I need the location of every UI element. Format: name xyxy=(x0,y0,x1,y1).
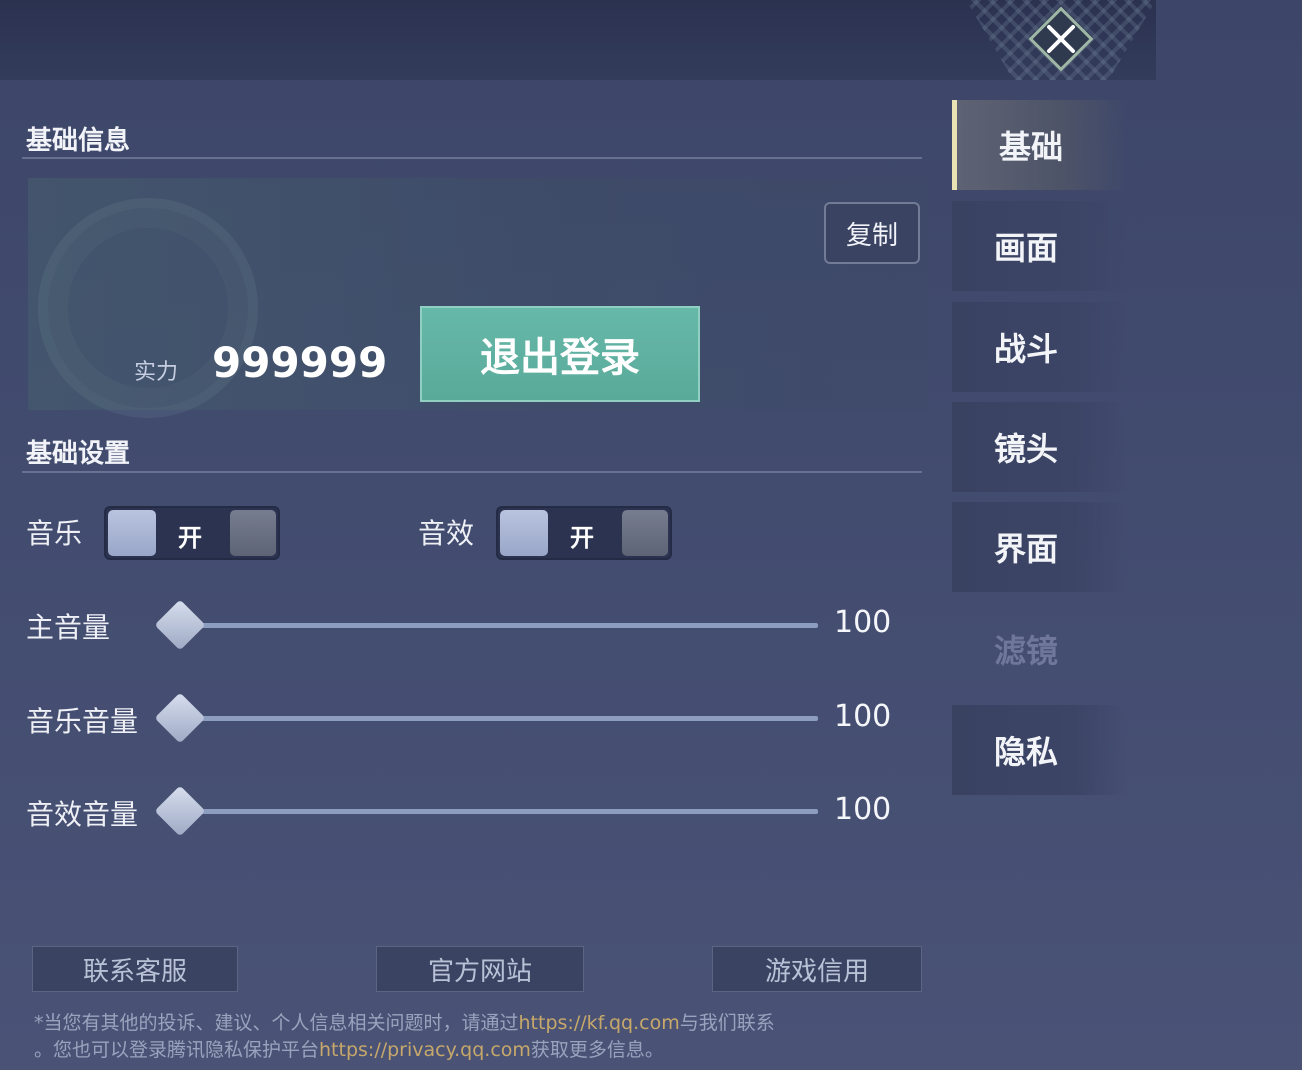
tab-label: 界面 xyxy=(994,530,1059,568)
master-volume-thumb[interactable] xyxy=(154,599,206,651)
section-divider xyxy=(22,157,922,159)
music-volume-track[interactable] xyxy=(182,716,818,721)
toggle-on-knob xyxy=(108,510,156,556)
toggle-state: 开 xyxy=(570,524,594,552)
master-volume-value: 100 xyxy=(834,605,892,640)
tab-filter: 滤镜 xyxy=(952,604,1128,694)
master-volume-track[interactable] xyxy=(182,623,818,628)
music-volume-label: 音乐音量 xyxy=(26,705,139,738)
tab-interface[interactable]: 界面 xyxy=(952,502,1128,592)
privacy-notice-line-1: *当您有其他的投诉、建议、个人信息相关问题时，请通过https://kf.qq.… xyxy=(34,1008,775,1035)
notice-text: 获取更多信息。 xyxy=(530,1039,664,1061)
tab-label: 滤镜 xyxy=(994,632,1059,670)
music-volume-value: 100 xyxy=(834,699,892,734)
toggle-state: 开 xyxy=(178,524,202,552)
toggle-on-knob xyxy=(500,510,548,556)
close-button[interactable] xyxy=(1028,6,1094,72)
support-link[interactable]: https://kf.qq.com xyxy=(519,1012,680,1034)
privacy-notice-line-2: 。您也可以登录腾讯隐私保护平台https://privacy.qq.com获取更… xyxy=(34,1035,664,1062)
official-website-button[interactable]: 官方网站 xyxy=(376,946,584,992)
toggle-off-knob xyxy=(230,510,276,556)
customer-service-button[interactable]: 联系客服 xyxy=(32,946,238,992)
tab-label: 基础 xyxy=(999,128,1064,166)
power-label: 实力 xyxy=(134,360,179,385)
tab-camera[interactable]: 镜头 xyxy=(952,402,1128,492)
sfx-toggle-label: 音效 xyxy=(418,517,475,550)
sfx-volume-thumb[interactable] xyxy=(154,785,206,837)
logout-button[interactable]: 退出登录 xyxy=(420,306,700,402)
tab-label: 镜头 xyxy=(994,430,1059,468)
toggle-off-knob xyxy=(622,510,668,556)
power-value: 999999 xyxy=(212,338,388,387)
tab-basic[interactable]: 基础 xyxy=(952,100,1128,190)
music-volume-thumb[interactable] xyxy=(154,692,206,744)
tab-label: 隐私 xyxy=(994,733,1059,771)
tab-graphics[interactable]: 画面 xyxy=(952,201,1128,291)
tab-combat[interactable]: 战斗 xyxy=(952,302,1128,392)
copy-button[interactable]: 复制 xyxy=(824,202,920,264)
notice-text: 与我们联系 xyxy=(679,1012,775,1034)
tab-label: 战斗 xyxy=(994,330,1059,368)
music-toggle[interactable]: 开 xyxy=(104,506,280,560)
sfx-volume-label: 音效音量 xyxy=(26,798,139,831)
notice-text: 。您也可以登录腾讯隐私保护平台 xyxy=(34,1039,320,1061)
sfx-volume-value: 100 xyxy=(834,792,892,827)
game-credit-button[interactable]: 游戏信用 xyxy=(712,946,922,992)
sfx-toggle[interactable]: 开 xyxy=(496,506,672,560)
sfx-volume-track[interactable] xyxy=(182,809,818,814)
section-title-basic-info: 基础信息 xyxy=(26,126,131,156)
music-toggle-label: 音乐 xyxy=(26,517,83,550)
close-x-icon xyxy=(1047,25,1075,53)
section-divider xyxy=(22,471,922,473)
tab-label: 画面 xyxy=(994,229,1059,267)
notice-text: *当您有其他的投诉、建议、个人信息相关问题时，请通过 xyxy=(34,1012,519,1034)
master-volume-label: 主音量 xyxy=(26,611,111,644)
privacy-link[interactable]: https://privacy.qq.com xyxy=(319,1039,531,1061)
tab-privacy[interactable]: 隐私 xyxy=(952,705,1128,795)
section-title-basic-settings: 基础设置 xyxy=(26,439,131,469)
